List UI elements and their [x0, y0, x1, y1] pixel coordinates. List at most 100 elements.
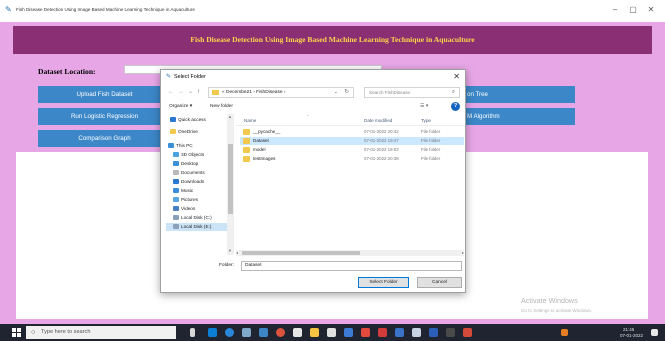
- column-header-name[interactable]: Name: [244, 118, 256, 123]
- nav-item-local-disk-c[interactable]: Local Disk (C:): [166, 214, 228, 222]
- nav-item-videos[interactable]: Videos: [166, 205, 228, 213]
- nav-item-label: This PC: [176, 143, 193, 148]
- upload-dataset-button[interactable]: Upload Fish Dataset: [38, 86, 171, 103]
- app-icon[interactable]: [412, 328, 421, 337]
- column-header-type[interactable]: Type: [421, 118, 431, 123]
- calculator-icon[interactable]: [327, 328, 336, 337]
- comparison-graph-button[interactable]: Comparison Graph: [38, 130, 171, 147]
- nav-item-label: Quick access: [178, 117, 206, 122]
- app-heading: Fish Disease Detection Using Image Based…: [190, 35, 475, 44]
- nav-item-desktop[interactable]: Desktop: [166, 160, 228, 168]
- notepad-icon[interactable]: [293, 328, 302, 337]
- store-icon[interactable]: [242, 328, 251, 337]
- view-options-icon[interactable]: ☰ ▾: [420, 103, 428, 109]
- app-icon[interactable]: [361, 328, 370, 337]
- nav-item-pictures[interactable]: Pictures: [166, 196, 228, 204]
- app-icon[interactable]: [395, 328, 404, 337]
- scroll-up-icon[interactable]: ▲: [228, 114, 232, 119]
- folder-input[interactable]: Dataset: [241, 261, 462, 271]
- file-row[interactable]: Dataset 07-01-2022 19:47 File folder: [240, 137, 464, 145]
- scroll-down-icon[interactable]: ▼: [228, 248, 232, 253]
- folder-icon: [212, 90, 219, 95]
- mail-icon[interactable]: [259, 328, 268, 337]
- up-arrow-icon[interactable]: ↑: [197, 88, 200, 97]
- folder-icon: [243, 138, 250, 144]
- nav-item-3d-objects[interactable]: 3D Objects: [166, 151, 228, 159]
- scrollbar-thumb[interactable]: [242, 251, 360, 255]
- python-icon[interactable]: [344, 328, 353, 337]
- notifications-icon[interactable]: [651, 329, 658, 336]
- file-row[interactable]: model 07-01-2022 19:02 File folder: [240, 146, 464, 154]
- close-button[interactable]: ✕: [645, 4, 657, 16]
- search-icon: ○: [31, 329, 36, 336]
- word-icon[interactable]: [429, 328, 438, 337]
- windows-start-icon[interactable]: [12, 328, 21, 337]
- task-view-icon[interactable]: [190, 328, 195, 337]
- decision-tree-button[interactable]: on Tree: [447, 86, 575, 103]
- scroll-right-icon[interactable]: ▸: [462, 250, 464, 256]
- file-list-header: ⌃ Name Date modified Type: [236, 114, 464, 126]
- back-arrow-icon[interactable]: ←: [168, 88, 174, 97]
- maximize-button[interactable]: ▢: [627, 4, 639, 16]
- edge-icon[interactable]: [225, 328, 234, 337]
- refresh-icon[interactable]: ↻: [344, 89, 349, 95]
- svm-algorithm-button[interactable]: M Algorithm: [447, 108, 575, 125]
- new-folder-button[interactable]: New folder: [210, 104, 233, 109]
- download-icon: [173, 179, 179, 184]
- folder-taskbar-icon[interactable]: [310, 328, 319, 337]
- file-type: File folder: [421, 147, 441, 152]
- scrollbar-thumb[interactable]: [228, 144, 233, 214]
- dialog-search-input[interactable]: Search FishDisease ⌕: [364, 87, 460, 98]
- nav-item-music[interactable]: Music: [166, 187, 228, 195]
- chrome-icon[interactable]: [276, 328, 285, 337]
- music-icon: [173, 188, 179, 193]
- organize-menu[interactable]: Organize ▾: [169, 104, 192, 109]
- dialog-titlebar: ✎ Select Folder ✕: [161, 70, 465, 85]
- file-explorer-icon[interactable]: [208, 328, 217, 337]
- minimize-button[interactable]: –: [609, 4, 621, 16]
- dialog-toolbar: Organize ▾ New folder ☰ ▾ ?: [161, 101, 465, 113]
- nav-item-local-disk-e[interactable]: Local Disk (E:): [166, 223, 228, 231]
- tray-app-icon[interactable]: [561, 329, 568, 336]
- help-icon[interactable]: ?: [451, 102, 460, 111]
- taskbar-search-box[interactable]: ○ Type here to search: [26, 326, 176, 339]
- dialog-close-button[interactable]: ✕: [453, 72, 460, 82]
- nav-item-label: Local Disk (C:): [181, 215, 212, 220]
- file-date: 07-01-2022 20:42: [364, 129, 399, 134]
- taskbar-time[interactable]: 21:46: [623, 327, 634, 332]
- column-header-date[interactable]: Date modified: [364, 118, 392, 123]
- app-icon[interactable]: [446, 328, 455, 337]
- file-row[interactable]: testImages 07-01-2022 20:38 File folder: [240, 155, 464, 163]
- nav-item-quick-access[interactable]: Quick access: [166, 116, 228, 124]
- recent-chevron-icon[interactable]: ⌄: [188, 88, 193, 97]
- address-dropdown-icon[interactable]: ⌄: [334, 89, 338, 95]
- nav-item-label: OneDrive: [178, 129, 198, 134]
- window-titlebar: ✎ Fish Disease Detection Using Image Bas…: [0, 0, 665, 22]
- activate-windows-subtitle: Go to Settings to activate Windows.: [521, 308, 593, 313]
- navigation-scrollbar[interactable]: ▲ ▼: [227, 114, 234, 255]
- select-folder-dialog: ✎ Select Folder ✕ ← → ⌄ ↑ « Decembe21 › …: [160, 69, 466, 293]
- nav-item-label: 3D Objects: [181, 152, 205, 157]
- file-list-horizontal-scrollbar[interactable]: ◂ ▸: [236, 250, 464, 256]
- taskbar-date[interactable]: 07-01-2022: [620, 333, 643, 338]
- dataset-location-label: Dataset Location:: [38, 67, 96, 76]
- file-name: testImages: [253, 156, 276, 161]
- nav-item-downloads[interactable]: Downloads: [166, 178, 228, 186]
- nav-item-onedrive[interactable]: OneDrive: [166, 128, 228, 136]
- address-bar[interactable]: « Decembe21 › FishDisease › ⌄ ↻: [208, 87, 354, 98]
- address-breadcrumb[interactable]: « Decembe21 › FishDisease ›: [222, 90, 285, 95]
- folder-icon: [243, 156, 250, 162]
- file-row[interactable]: __pycache__ 07-01-2022 20:42 File folder: [240, 128, 464, 136]
- nav-item-this-pc[interactable]: This PC: [166, 142, 228, 150]
- cancel-button[interactable]: Cancel: [417, 277, 462, 288]
- select-folder-button[interactable]: Select Folder: [358, 277, 409, 288]
- file-name: model: [253, 147, 266, 152]
- nav-item-documents[interactable]: Documents: [166, 169, 228, 177]
- run-logistic-regression-button[interactable]: Run Logistic Regression: [38, 108, 171, 125]
- drive-icon: [173, 215, 179, 220]
- forward-arrow-icon[interactable]: →: [178, 88, 184, 97]
- app-icon[interactable]: [463, 328, 472, 337]
- scroll-left-icon[interactable]: ◂: [236, 250, 238, 256]
- nav-item-label: Local Disk (E:): [181, 224, 212, 229]
- powerpoint-icon[interactable]: [378, 328, 387, 337]
